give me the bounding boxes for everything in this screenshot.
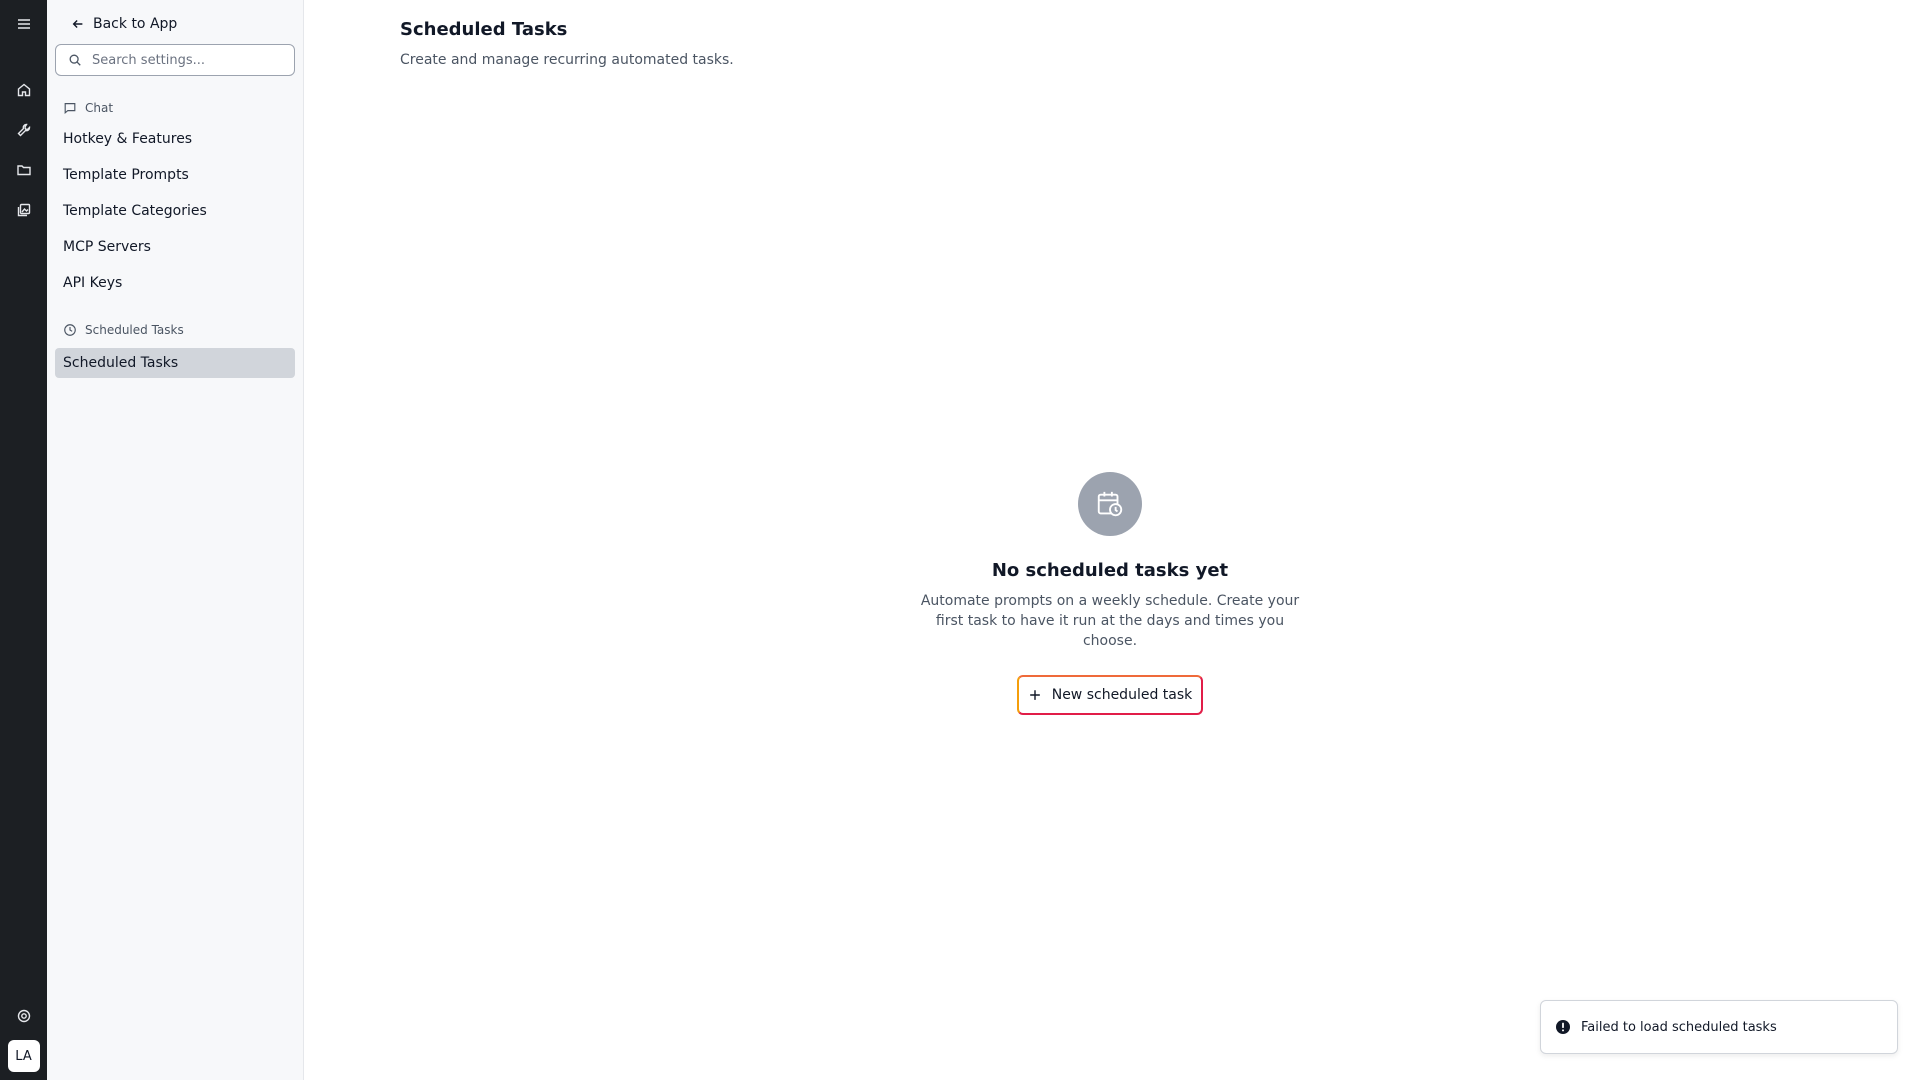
back-to-app-link[interactable]: Back to App xyxy=(55,12,295,36)
clock-icon xyxy=(64,324,76,336)
new-scheduled-task-button[interactable]: New scheduled task xyxy=(1017,675,1203,715)
search-icon xyxy=(69,54,81,66)
home-icon[interactable] xyxy=(8,74,40,106)
sidebar-item-template-prompts[interactable]: Template Prompts xyxy=(55,160,295,190)
empty-state: No scheduled tasks yet Automate prompts … xyxy=(720,472,1500,715)
sidebar-item-scheduled-tasks[interactable]: Scheduled Tasks xyxy=(55,348,295,378)
sidebar-item-api-keys[interactable]: API Keys xyxy=(55,268,295,298)
empty-state-description: Automate prompts on a weekly schedule. C… xyxy=(920,593,1300,649)
chat-bubble-icon xyxy=(64,103,76,115)
page-subtitle: Create and manage recurring automated ta… xyxy=(400,52,734,68)
avatar[interactable]: LA xyxy=(7,1040,40,1072)
group-label-chat: Chat xyxy=(55,98,295,118)
icon-rail: LA xyxy=(0,0,47,1080)
gallery-icon[interactable] xyxy=(8,194,40,226)
help-icon[interactable] xyxy=(8,1000,40,1032)
sidebar-item-template-categories[interactable]: Template Categories xyxy=(55,196,295,226)
wrench-icon[interactable] xyxy=(8,114,40,146)
plus-icon xyxy=(1029,690,1040,700)
main-content: Scheduled Tasks Create and manage recurr… xyxy=(305,0,1920,1080)
sidebar-item-mcp-servers[interactable]: MCP Servers xyxy=(55,232,295,262)
toast-message: Failed to load scheduled tasks xyxy=(1581,1019,1777,1035)
back-label: Back to App xyxy=(93,16,178,32)
search-box[interactable] xyxy=(55,44,295,76)
calendar-clock-icon xyxy=(1078,472,1142,536)
arrow-left-icon xyxy=(72,20,83,28)
error-toast: Failed to load scheduled tasks xyxy=(1540,1000,1898,1054)
empty-state-title: No scheduled tasks yet xyxy=(991,560,1229,581)
search-input[interactable] xyxy=(92,52,272,68)
group-label-scheduled-tasks: Scheduled Tasks xyxy=(55,320,295,340)
folder-icon[interactable] xyxy=(8,154,40,186)
page-title: Scheduled Tasks xyxy=(400,19,568,40)
settings-sidebar: Back to App Chat Hotkey & Features Templ… xyxy=(47,0,304,1080)
sidebar-item-hotkey-features[interactable]: Hotkey & Features xyxy=(55,124,295,154)
menu-icon[interactable] xyxy=(8,8,40,40)
alert-circle-icon xyxy=(1556,1020,1570,1034)
